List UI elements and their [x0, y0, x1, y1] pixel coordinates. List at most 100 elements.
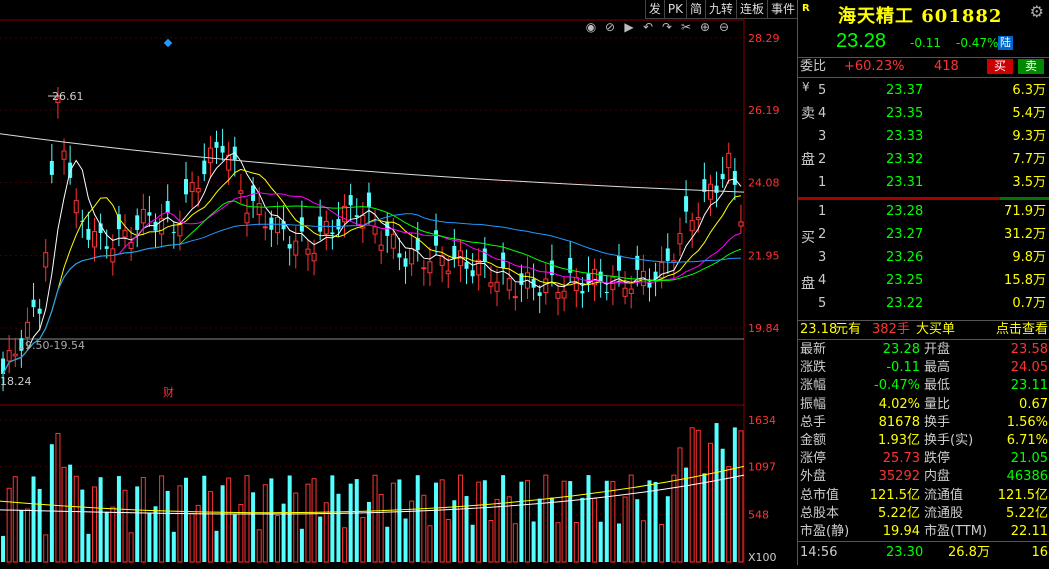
asks-row[interactable]: 1 23.31 3.5万	[798, 171, 1049, 194]
asks-row[interactable]: 4 23.35 5.4万	[798, 102, 1049, 125]
toolbar-item-0[interactable]: 发	[646, 0, 665, 18]
volume-bar	[24, 508, 30, 563]
stat-left: 涨停 25.73	[800, 450, 920, 468]
volume-bar	[568, 481, 573, 562]
bids-volume: 9.8万	[1012, 250, 1046, 265]
finance-marker: 财	[163, 385, 174, 399]
asks-price: 23.37	[886, 83, 924, 98]
stat-right: 最低 23.11	[924, 377, 1048, 395]
gear-icon[interactable]: ⚙	[1030, 2, 1044, 21]
candle-body	[244, 212, 250, 224]
bids-volume: 71.9万	[1004, 204, 1046, 219]
candle-body	[421, 267, 427, 270]
hk-connect-badge: 陆	[998, 36, 1013, 50]
asks-price: 23.31	[886, 175, 924, 190]
asks-row[interactable]: 2 23.32 7.7万	[798, 148, 1049, 171]
candle-body	[622, 287, 628, 297]
stat-label: 最高	[924, 360, 951, 376]
volume-bar	[610, 481, 616, 563]
volume-bar	[397, 479, 402, 562]
tick-count: 16	[1031, 545, 1048, 560]
zoom-in-icon[interactable]: ⊕	[698, 20, 712, 34]
big-order-link[interactable]: 点击查看	[996, 321, 1048, 339]
stat-left: 最新 23.28	[800, 341, 920, 359]
stat-value: 1.93亿	[878, 433, 920, 448]
candle-body	[330, 232, 335, 235]
big-order-row: 23.18 元有 382手 大买单 点击查看	[798, 320, 1049, 340]
stat-label: 涨跌	[800, 360, 827, 376]
volume-bar	[226, 477, 232, 563]
bids-row[interactable]: 5 23.22 0.7万	[798, 292, 1049, 315]
volume-bar	[262, 484, 268, 563]
volume-bar	[336, 493, 341, 562]
candle-body	[43, 252, 49, 268]
candle-body	[153, 221, 158, 231]
eye-icon[interactable]: ◉	[584, 20, 598, 34]
volume-bar	[73, 475, 79, 563]
zoom-out-icon[interactable]: ⊖	[717, 20, 731, 34]
price-pct: -0.47%	[956, 36, 999, 50]
stock-title[interactable]: 海天精工 601882	[838, 2, 1002, 28]
candle-body	[561, 290, 567, 299]
candle-body	[195, 187, 201, 193]
stat-value: 5.22亿	[878, 505, 920, 521]
bids-row[interactable]: 4 23.25 15.8万	[798, 269, 1049, 292]
volume-bar	[488, 519, 494, 563]
scissors-icon[interactable]: ✂	[679, 20, 693, 34]
bids-row[interactable]: 3 23.26 9.8万	[798, 246, 1049, 269]
candle-body	[665, 248, 670, 261]
candle-body	[537, 292, 542, 296]
stat-label: 换手(实)	[924, 433, 974, 448]
volume-bar	[342, 527, 348, 563]
low-marker: 18.24	[0, 375, 32, 388]
candle-body	[378, 244, 384, 251]
redo-icon[interactable]: ↷	[660, 20, 674, 34]
price-tick-label: 26.19	[748, 104, 780, 117]
kline-chart[interactable]: 28.29 26.19 24.08 21.95 19.84 1634 1097 548 X100…	[0, 0, 796, 565]
bids-price: 23.25	[886, 273, 924, 288]
volume-bar	[128, 532, 134, 563]
toolbar-item-4[interactable]: 连板	[737, 0, 768, 18]
volume-bar	[494, 498, 500, 563]
price-tick-label: 21.95	[748, 250, 780, 263]
volume-bar	[616, 523, 621, 562]
toolbar-item-1[interactable]: PK	[665, 0, 687, 18]
candle-body	[37, 308, 42, 314]
asks-row[interactable]: 5 23.37 6.3万	[798, 79, 1049, 102]
volume-bar	[19, 509, 24, 562]
toolbar-item-2[interactable]: 简	[687, 0, 706, 18]
bids-volume: 15.8万	[1004, 273, 1046, 288]
hide-icon[interactable]: ⊘	[603, 20, 617, 34]
toolbar-item-5[interactable]: 事件	[768, 0, 799, 18]
undo-icon[interactable]: ↶	[641, 20, 655, 34]
tick-row: 14:56 23.30 26.8万 16	[798, 544, 1049, 562]
asks-volume: 6.3万	[1012, 83, 1046, 98]
asks-row[interactable]: 3 23.33 9.3万	[798, 125, 1049, 148]
toolbar-item-3[interactable]: 九转	[706, 0, 737, 18]
bids-price: 23.26	[886, 250, 924, 265]
volume-bar	[140, 476, 146, 563]
bids-row[interactable]: 2 23.27 31.2万	[798, 223, 1049, 246]
quote-panel: R 海天精工 601882 ⚙ 23.28 -0.11 -0.47% 陆 委比 …	[797, 0, 1049, 565]
candle-body	[573, 277, 579, 292]
candle-body	[122, 229, 128, 238]
bids-level: 3	[818, 250, 827, 265]
volume-bar	[482, 480, 487, 562]
bids-row[interactable]: 1 23.28 71.9万	[798, 200, 1049, 223]
stat-right: 换手 1.56%	[924, 414, 1048, 432]
play-icon[interactable]: ▶	[622, 20, 636, 34]
volume-bar	[269, 478, 274, 562]
stat-value: 121.5亿	[997, 487, 1048, 503]
sell-button[interactable]: 卖	[1018, 59, 1044, 74]
range-label: 19.50-19.54	[18, 339, 85, 352]
candle-body	[256, 203, 262, 215]
ma10-line	[2, 168, 742, 375]
volume-bar	[171, 531, 176, 562]
stat-right: 市盈(TTM) 22.11	[924, 523, 1048, 541]
volume-bar	[360, 517, 366, 563]
buy-button[interactable]: 买	[987, 59, 1013, 74]
asks-price: 23.33	[886, 129, 924, 144]
candle-body	[684, 196, 689, 212]
volume-bar	[592, 497, 598, 563]
volume-bar	[354, 479, 359, 562]
